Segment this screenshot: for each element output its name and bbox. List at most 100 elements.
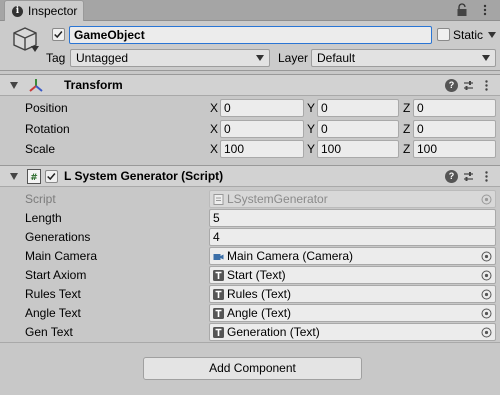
csharp-script-icon: # — [27, 169, 41, 184]
checkmark-icon — [54, 31, 63, 39]
gameobject-header: GameObject Static Tag Untagged Layer Def… — [0, 21, 500, 71]
gen-text-label: Gen Text — [25, 325, 73, 339]
axis-x-label[interactable]: X — [210, 101, 218, 115]
active-checkbox[interactable] — [52, 28, 65, 41]
gen-text-field[interactable]: Generation (Text) — [209, 323, 496, 341]
axis-y-label[interactable]: Y — [307, 122, 315, 136]
text-component-icon — [213, 326, 224, 338]
transform-row-position: Position X 0 Y 0 Z 0 — [0, 99, 500, 118]
foldout-arrow-icon[interactable] — [10, 173, 18, 180]
info-icon: i — [12, 5, 23, 17]
kebab-menu-icon[interactable] — [480, 170, 493, 183]
divider — [0, 342, 500, 343]
help-icon[interactable]: ? — [445, 170, 458, 183]
script-component-title: L System Generator (Script) — [64, 169, 224, 183]
field-row-angle-text: Angle Text Angle (Text) — [0, 304, 500, 323]
tab-inspector[interactable]: i Inspector — [4, 0, 84, 21]
lock-icon[interactable] — [456, 3, 468, 17]
text-component-icon — [213, 288, 224, 300]
axis-y-label[interactable]: Y — [307, 142, 315, 156]
axis-z-label[interactable]: Z — [403, 101, 410, 115]
kebab-menu-icon[interactable] — [480, 79, 493, 92]
chevron-down-icon[interactable] — [488, 32, 496, 38]
field-row-length: Length 5 — [0, 209, 500, 228]
generations-value: 4 — [213, 230, 220, 244]
script-component-header[interactable]: # L System Generator (Script) ? — [0, 165, 500, 187]
script-reference-field: LSystemGenerator — [209, 190, 496, 208]
help-icon[interactable]: ? — [445, 79, 458, 92]
object-picker-icon[interactable] — [481, 289, 492, 300]
chevron-down-icon — [482, 55, 490, 61]
script-enabled-checkbox[interactable] — [45, 170, 58, 183]
rules-text-value: Rules (Text) — [227, 287, 292, 301]
axis-y-label[interactable]: Y — [307, 101, 315, 115]
field-row-start-axiom: Start Axiom Start (Text) — [0, 266, 500, 285]
checkmark-icon — [47, 173, 56, 181]
axis-x-label[interactable]: X — [210, 122, 218, 136]
start-axiom-label: Start Axiom — [25, 268, 87, 282]
scale-y-field[interactable]: 100 — [317, 140, 399, 158]
generations-input[interactable]: 4 — [209, 228, 496, 246]
scale-label: Scale — [25, 142, 56, 156]
script-reference-value: LSystemGenerator — [227, 192, 328, 206]
svg-text:#: # — [30, 173, 38, 183]
field-row-main-camera: Main Camera Main Camera (Camera) — [0, 247, 500, 266]
transform-title: Transform — [64, 78, 123, 92]
object-picker-icon[interactable] — [481, 308, 492, 319]
length-value: 5 — [213, 211, 220, 225]
axis-z-label[interactable]: Z — [403, 142, 410, 156]
object-picker-icon[interactable] — [481, 327, 492, 338]
static-checkbox[interactable] — [437, 28, 450, 41]
preset-sliders-icon[interactable] — [462, 79, 475, 92]
rules-text-field[interactable]: Rules (Text) — [209, 285, 496, 303]
gen-text-value: Generation (Text) — [227, 325, 320, 339]
text-component-icon — [213, 307, 224, 319]
script-file-icon — [213, 193, 224, 205]
static-label: Static — [453, 28, 484, 42]
length-input[interactable]: 5 — [209, 209, 496, 227]
rotation-z-field[interactable]: 0 — [413, 120, 496, 138]
start-axiom-field[interactable]: Start (Text) — [209, 266, 496, 284]
position-z-field[interactable]: 0 — [413, 99, 496, 117]
field-row-script: Script LSystemGenerator — [0, 190, 500, 209]
transform-row-scale: Scale X 100 Y 100 Z 100 — [0, 140, 500, 159]
main-camera-label: Main Camera — [25, 249, 98, 263]
main-camera-value: Main Camera (Camera) — [227, 249, 354, 263]
text-component-icon — [213, 269, 224, 281]
angle-text-value: Angle (Text) — [227, 306, 292, 320]
start-axiom-value: Start (Text) — [227, 268, 286, 282]
field-row-rules-text: Rules Text Rules (Text) — [0, 285, 500, 304]
foldout-arrow-icon[interactable] — [10, 82, 18, 89]
layer-label: Layer — [278, 51, 309, 65]
preset-sliders-icon[interactable] — [462, 170, 475, 183]
axis-x-label[interactable]: X — [210, 142, 218, 156]
kebab-menu-icon[interactable] — [478, 3, 492, 17]
layer-value: Default — [317, 51, 356, 65]
tag-value: Untagged — [76, 51, 129, 65]
position-label: Position — [25, 101, 68, 115]
rotation-x-field[interactable]: 0 — [220, 120, 304, 138]
rules-text-label: Rules Text — [25, 287, 81, 301]
tag-label: Tag — [46, 51, 66, 65]
gameobject-name-input[interactable]: GameObject — [69, 26, 432, 44]
position-y-field[interactable]: 0 — [317, 99, 399, 117]
position-x-field[interactable]: 0 — [220, 99, 304, 117]
angle-text-field[interactable]: Angle (Text) — [209, 304, 496, 322]
object-picker-icon[interactable] — [481, 270, 492, 281]
add-component-button[interactable]: Add Component — [143, 357, 362, 380]
tab-inspector-label: Inspector — [28, 4, 78, 18]
layer-dropdown[interactable]: Default — [311, 49, 496, 67]
length-label: Length — [25, 211, 62, 225]
angle-text-label: Angle Text — [25, 306, 81, 320]
transform-icon — [29, 79, 43, 92]
axis-z-label[interactable]: Z — [403, 122, 410, 136]
scale-x-field[interactable]: 100 — [220, 140, 304, 158]
scale-z-field[interactable]: 100 — [413, 140, 496, 158]
main-camera-field[interactable]: Main Camera (Camera) — [209, 247, 496, 265]
transform-header[interactable]: Transform ? — [0, 74, 500, 96]
tag-dropdown[interactable]: Untagged — [70, 49, 270, 67]
chevron-down-icon — [256, 55, 264, 61]
object-picker-icon[interactable] — [481, 251, 492, 262]
chevron-down-icon[interactable] — [31, 46, 39, 52]
rotation-y-field[interactable]: 0 — [317, 120, 399, 138]
